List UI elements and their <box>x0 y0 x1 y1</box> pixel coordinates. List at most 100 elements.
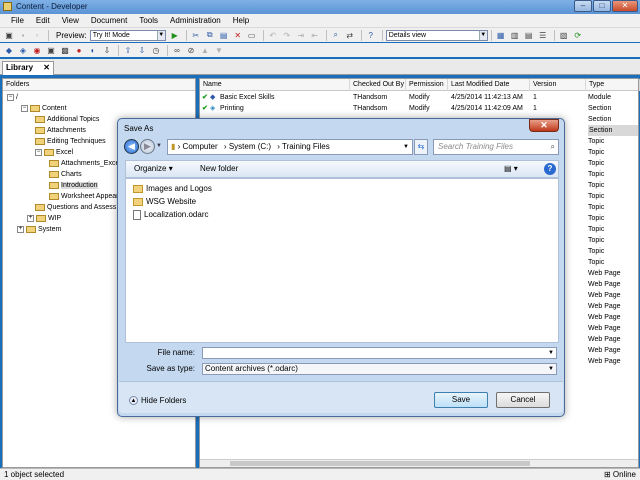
open-icon[interactable]: ▣ <box>3 30 15 41</box>
folder-icon <box>35 126 45 134</box>
new-web-page-icon[interactable]: ▣ <box>45 45 57 56</box>
file-item-folder[interactable]: WSG Website <box>133 196 196 208</box>
check-in-icon[interactable]: ⇧ <box>122 45 134 56</box>
new-package-icon[interactable]: ▩ <box>59 45 71 56</box>
list-view-icon[interactable]: ☰ <box>537 30 549 41</box>
organize-button[interactable]: Organize ▾ <box>134 164 173 173</box>
move-down-icon[interactable]: ▼ <box>213 45 225 56</box>
outdent-icon[interactable]: ⇤ <box>309 30 321 41</box>
menu-administration[interactable]: Administration <box>164 16 227 25</box>
new-section-icon[interactable]: ◈ <box>17 45 29 56</box>
menu-file[interactable]: File <box>5 16 30 25</box>
check-out-icon[interactable]: ⇩ <box>136 45 148 56</box>
new-module-icon[interactable]: ◆ <box>3 45 15 56</box>
main-toolbar: ▣ ▪ ▫ Preview: Try It! Mode ▼ ▶ ✂ ⧉ ▤ ✕ ▭… <box>0 28 640 42</box>
import-icon[interactable]: ⇩ <box>101 45 113 56</box>
tree-node-content[interactable]: − Content <box>21 104 67 114</box>
preview-mode-select[interactable]: Try It! Mode ▼ <box>89 29 166 41</box>
tree-node-editing-techniques[interactable]: Editing Techniques <box>35 137 106 147</box>
split-view-icon[interactable]: ▥ <box>509 30 521 41</box>
column-type[interactable]: Type <box>586 79 640 91</box>
delete-icon[interactable]: ✕ <box>232 30 244 41</box>
find-icon[interactable]: ⌕ <box>330 30 342 41</box>
menu-edit[interactable]: Edit <box>30 16 56 25</box>
help-icon[interactable]: ? <box>544 163 556 175</box>
move-up-icon[interactable]: ▲ <box>199 45 211 56</box>
tree-node-additional-topics[interactable]: Additional Topics <box>35 115 99 125</box>
rename-icon[interactable]: ▭ <box>246 30 258 41</box>
tree-node-introduction[interactable]: Introduction <box>49 181 98 191</box>
search-input[interactable]: Search Training Files ⌕ <box>433 139 559 155</box>
link-icon[interactable]: ∞ <box>171 45 183 56</box>
dialog-close-button[interactable]: ✕ <box>529 119 559 132</box>
close-window-button[interactable]: ✕ <box>612 0 638 12</box>
file-item-file[interactable]: Localization.odarc <box>133 209 208 221</box>
preview-go-icon[interactable]: ▶ <box>169 30 181 41</box>
breadcrumb-computer[interactable]: Computer <box>183 142 218 151</box>
save-as-type-select[interactable]: Content archives (*.odarc) ▼ <box>202 363 557 375</box>
tree-node-questions[interactable]: Questions and Assess <box>35 203 116 213</box>
layout-view-icon[interactable]: ▤ <box>523 30 535 41</box>
tree-node-root[interactable]: − / <box>7 93 18 103</box>
replace-icon[interactable]: ⇄ <box>344 30 356 41</box>
save-icon[interactable]: ▪ <box>17 30 29 41</box>
new-folder-button[interactable]: New folder <box>200 164 238 173</box>
recent-locations-icon[interactable]: ▼ <box>156 143 162 149</box>
tab-library[interactable]: Library ✕ <box>2 61 54 75</box>
menu-help[interactable]: Help <box>227 16 255 25</box>
horizontal-scrollbar[interactable] <box>200 459 638 467</box>
address-bar[interactable]: ▮ › Computer › System (C:) › Training Fi… <box>167 139 413 155</box>
file-name-field[interactable]: ▼ <box>202 347 557 359</box>
refresh-icon[interactable]: ⟳ <box>572 30 584 41</box>
folder-icon <box>44 148 54 156</box>
paste-icon[interactable]: ▤ <box>218 30 230 41</box>
cut-icon[interactable]: ✂ <box>190 30 202 41</box>
menu-document[interactable]: Document <box>85 16 133 25</box>
redo-icon[interactable]: ↷ <box>281 30 293 41</box>
cancel-button[interactable]: Cancel <box>496 392 550 408</box>
tree-node-attachments[interactable]: Attachments <box>35 126 86 136</box>
refresh-button[interactable]: ⇆ <box>414 139 428 155</box>
copy-icon[interactable]: ⧉ <box>204 30 216 41</box>
scrollbar-thumb[interactable] <box>230 461 530 466</box>
indent-icon[interactable]: ⇥ <box>295 30 307 41</box>
menu-tools[interactable]: Tools <box>133 16 164 25</box>
history-icon[interactable]: ◷ <box>150 45 162 56</box>
minimize-button[interactable]: – <box>574 0 592 12</box>
view-mode-select[interactable]: Details view ▼ <box>385 29 488 41</box>
back-button[interactable]: ◀ <box>124 139 139 154</box>
list-row[interactable]: ✔ ◆ Basic Excel Skills THandsom Modify 4… <box>200 92 638 103</box>
tree-node-system[interactable]: + System <box>17 225 61 235</box>
column-last-modified[interactable]: Last Modified Date <box>448 79 530 91</box>
tree-node-wip[interactable]: + WIP <box>27 214 61 224</box>
tree-node-excel[interactable]: − Excel <box>35 148 73 158</box>
publish-icon[interactable]: ◐ <box>87 45 99 56</box>
column-name[interactable]: Name <box>200 79 350 91</box>
column-version[interactable]: Version <box>530 79 586 91</box>
close-tab-icon[interactable]: ✕ <box>43 62 50 74</box>
column-permission[interactable]: Permission <box>406 79 448 91</box>
help-icon[interactable]: ? <box>365 30 377 41</box>
undo-icon[interactable]: ↶ <box>267 30 279 41</box>
breadcrumb-training-files[interactable]: Training Files <box>282 142 330 151</box>
list-row[interactable]: ✔ ◈ Printing THandsom Modify 4/25/2014 1… <box>200 103 638 114</box>
tree-node-charts[interactable]: Charts <box>49 170 82 180</box>
maximize-button[interactable]: □ <box>593 0 611 12</box>
file-item-folder[interactable]: Images and Logos <box>133 183 212 195</box>
record-icon[interactable]: ● <box>73 45 85 56</box>
hide-folders-button[interactable]: ▲ Hide Folders <box>129 396 186 406</box>
unlink-icon[interactable]: ⊘ <box>185 45 197 56</box>
tree-node-worksheet-appearance[interactable]: Worksheet Appear <box>49 192 118 202</box>
change-view-icon[interactable]: ▤ ▾ <box>504 164 518 173</box>
column-checked-out-by[interactable]: Checked Out By <box>350 79 406 91</box>
details-view-icon[interactable]: ▦ <box>495 30 507 41</box>
tree-node-attachments-excel[interactable]: Attachments_Excel <box>49 159 121 169</box>
properties-icon[interactable]: ▧ <box>558 30 570 41</box>
new-topic-icon[interactable]: ◉ <box>31 45 43 56</box>
forward-button[interactable]: ▶ <box>140 139 155 154</box>
save-as-type-label: Save as type: <box>146 364 195 373</box>
print-icon[interactable]: ▫ <box>31 30 43 41</box>
menu-view[interactable]: View <box>56 16 85 25</box>
breadcrumb-system-c[interactable]: System (C:) <box>229 142 271 151</box>
save-button[interactable]: Save <box>434 392 488 408</box>
